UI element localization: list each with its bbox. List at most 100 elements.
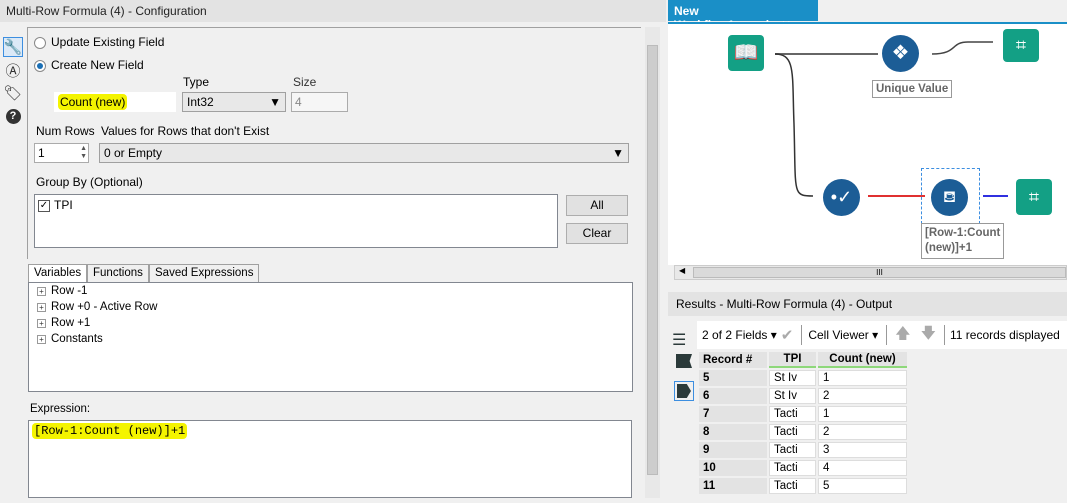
tpi-cell[interactable]: Tacti (769, 442, 816, 458)
tpi-cell[interactable]: Tacti (769, 424, 816, 440)
table-row[interactable]: 11 Tacti 5 (699, 478, 907, 494)
table-row[interactable]: 9 Tacti 3 (699, 442, 907, 458)
help-icon[interactable]: ? (3, 106, 23, 126)
type-value: Int32 (187, 95, 214, 109)
create-new-radio[interactable]: Create New Field (34, 58, 144, 72)
stepper-arrows-icon[interactable]: ▲ ▼ (80, 145, 87, 161)
list-icon[interactable]: ☰ (672, 330, 692, 350)
tpi-cell[interactable]: Tacti (769, 406, 816, 422)
count-cell[interactable]: 4 (818, 460, 907, 476)
num-rows-stepper[interactable]: 1 ▲ ▼ (34, 143, 89, 163)
expand-icon[interactable]: + (37, 318, 46, 328)
record-cell[interactable]: 6 (699, 388, 767, 404)
count-cell[interactable]: 1 (818, 406, 907, 422)
results-toolbar: 2 of 2 Fields ▾ ✔ Cell Viewer ▾ 🡅 🡇 11 r… (697, 321, 1067, 349)
tpi-cell[interactable]: Tacti (769, 460, 816, 476)
canvas-horizontal-scrollbar[interactable]: ◀ III (674, 265, 1067, 280)
tab-functions[interactable]: Functions (87, 264, 149, 282)
tab-saved-expressions[interactable]: Saved Expressions (149, 264, 260, 282)
table-row[interactable]: 5 St Iv 1 (699, 370, 907, 386)
metadata-icon[interactable] (676, 354, 692, 368)
browse-tool-icon[interactable]: ⌗ (1016, 179, 1052, 215)
table-row[interactable]: 7 Tacti 1 (699, 406, 907, 422)
arrow-down-icon[interactable]: 🡇 (921, 323, 936, 348)
input-data-tool-icon[interactable]: 📖 (728, 35, 764, 71)
record-cell[interactable]: 10 (699, 460, 767, 476)
count-cell[interactable]: 1 (818, 370, 907, 386)
nonexist-select[interactable]: 0 or Empty ▼ (99, 143, 629, 163)
scrollbar-thumb[interactable]: III (693, 267, 1066, 278)
scroll-left-icon[interactable]: ◀ (679, 266, 685, 275)
results-table: Record # TPI Count (new) 5 St Iv 1 6 St Iv 2 7… (697, 350, 909, 496)
chevron-down-icon: ▼ (612, 146, 624, 160)
column-header-tpi[interactable]: TPI (769, 352, 816, 368)
record-cell[interactable]: 8 (699, 424, 767, 440)
expand-icon[interactable]: + (37, 334, 46, 344)
tree-item[interactable]: + Constants (29, 331, 632, 347)
nonexist-label: Values for Rows that don't Exist (101, 124, 270, 138)
tree-item-label: Constants (51, 333, 103, 345)
record-cell[interactable]: 9 (699, 442, 767, 458)
records-count: 11 records displayed (949, 328, 1060, 342)
cell-viewer-dropdown[interactable]: Cell Viewer ▾ (808, 328, 878, 342)
count-cell[interactable]: 2 (818, 388, 907, 404)
annotation-icon[interactable]: Ⓐ (3, 60, 23, 80)
tpi-cell[interactable]: St Iv (769, 388, 816, 404)
size-input[interactable]: 4 (291, 92, 348, 112)
new-field-input[interactable]: Count (new) (54, 92, 176, 112)
arrow-up-icon[interactable]: 🡅 (895, 323, 910, 348)
tpi-cell[interactable]: Tacti (769, 478, 816, 494)
expand-icon[interactable]: + (37, 302, 46, 312)
workflow-canvas[interactable]: 📖 ❖ ⌗ Unique Value •✓ ⛾ ⌗ [Row-1:Count (n… (668, 22, 1067, 265)
record-cell[interactable]: 11 (699, 478, 767, 494)
wrench-icon[interactable]: 🔧 (3, 37, 23, 57)
group-by-label: Group By (Optional) (36, 175, 143, 189)
table-row[interactable]: 10 Tacti 4 (699, 460, 907, 476)
config-form: Update Existing Field Create New Field C… (27, 27, 641, 259)
config-scrollbar[interactable] (645, 27, 660, 498)
tree-item[interactable]: + Row +1 (29, 315, 632, 331)
count-cell[interactable]: 5 (818, 478, 907, 494)
filter-tool-icon[interactable]: •✓ (823, 179, 860, 216)
type-select[interactable]: Int32 ▼ (182, 92, 286, 112)
count-cell[interactable]: 3 (818, 442, 907, 458)
tree-item[interactable]: + Row +0 - Active Row (29, 299, 632, 315)
group-by-item[interactable]: ✓ TPI (38, 198, 554, 212)
table-row[interactable]: 6 St Iv 2 (699, 388, 907, 404)
tag-icon[interactable]: 🏷 (3, 83, 23, 103)
record-cell[interactable]: 5 (699, 370, 767, 386)
connection (774, 53, 814, 197)
checkbox-checked-icon[interactable]: ✓ (38, 199, 50, 212)
all-button[interactable]: All (566, 195, 628, 216)
record-cell[interactable]: 7 (699, 406, 767, 422)
expression-text: [Row-1:Count (new)]+1 (32, 423, 188, 439)
tab-variables[interactable]: Variables (28, 264, 88, 282)
multi-row-annotation: [Row-1:Count (new)]+1 (921, 223, 1005, 259)
fields-dropdown[interactable]: 2 of 2 Fields ▾ (702, 328, 777, 342)
config-side-toolbar: 🔧 Ⓐ 🏷 ? (0, 22, 26, 503)
table-row[interactable]: 8 Tacti 2 (699, 424, 907, 440)
variables-tree: + Row -1 + Row +0 - Active Row + Row +1 + Co… (28, 282, 633, 392)
results-title: Results - Multi-Row Formula (4) - Output (668, 292, 1067, 316)
clear-button[interactable]: Clear (566, 223, 628, 244)
column-header-record[interactable]: Record # (699, 352, 767, 368)
chevron-down-icon: ▼ (269, 95, 281, 109)
count-cell[interactable]: 2 (818, 424, 907, 440)
update-existing-radio[interactable]: Update Existing Field (34, 35, 164, 49)
tab-workflow[interactable]: New Workflow1.yxmd✕ (668, 0, 818, 32)
expand-icon[interactable]: + (37, 286, 46, 296)
annotation-line: [Row-1:Count (925, 227, 1001, 239)
create-new-label: Create New Field (51, 58, 144, 72)
data-icon (677, 384, 691, 398)
scrollbar-thumb[interactable] (647, 45, 658, 475)
unique-tool-icon[interactable]: ❖ (882, 35, 919, 72)
tree-item[interactable]: + Row -1 (29, 283, 632, 299)
multi-row-formula-tool-icon[interactable]: ⛾ (931, 179, 968, 216)
tpi-cell[interactable]: St Iv (769, 370, 816, 386)
checkmark-icon[interactable]: ✔ (781, 326, 794, 344)
fields-label: 2 of 2 Fields (702, 328, 768, 342)
column-header-count[interactable]: Count (new) (818, 352, 907, 368)
data-view-button[interactable] (674, 381, 694, 401)
browse-tool-icon[interactable]: ⌗ (1003, 29, 1039, 62)
expression-editor[interactable]: [Row-1:Count (new)]+1 (28, 420, 632, 498)
